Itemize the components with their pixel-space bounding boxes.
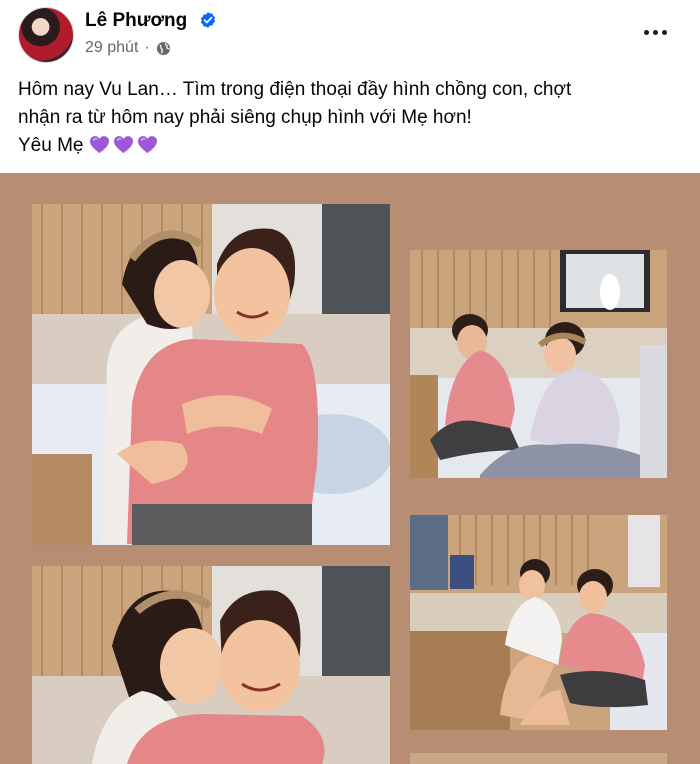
photo-phones-top-image xyxy=(410,250,667,478)
post-time[interactable]: 29 phút xyxy=(85,39,138,57)
caption-line-3: Yêu Mẹ xyxy=(18,132,688,160)
menu-dot xyxy=(652,29,658,35)
post-meta: 29 phút · xyxy=(85,39,171,57)
author-avatar[interactable] xyxy=(18,7,74,63)
caption-line: Hôm nay Vu Lan… Tìm trong điện thoại đầy… xyxy=(18,79,572,100)
purple-heart-icon xyxy=(114,136,134,154)
meta-separator: · xyxy=(144,39,150,56)
photo-collage xyxy=(0,173,700,764)
verified-badge-icon xyxy=(200,12,216,28)
photo-hug-large-image xyxy=(32,204,390,545)
more-options-icon[interactable] xyxy=(640,22,670,42)
photo-floor-sitting-image xyxy=(410,515,667,730)
post-caption: Hôm nay Vu Lan… Tìm trong điện thoại đầy… xyxy=(18,76,688,160)
photo-floor-sitting[interactable] xyxy=(410,515,667,730)
photo-hug-bottom-image xyxy=(32,566,390,764)
author-name[interactable]: Lê Phương xyxy=(85,10,187,32)
photo-phones-top[interactable] xyxy=(410,250,667,478)
photo-partial[interactable] xyxy=(410,753,667,764)
post-header: Lê Phương 29 phút · xyxy=(0,0,700,66)
purple-heart-icon xyxy=(138,136,158,154)
menu-dot xyxy=(643,29,649,35)
caption-line: nhận ra từ hôm nay phải siêng chụp hình … xyxy=(18,107,472,128)
menu-dot xyxy=(661,29,667,35)
photo-hug-bottom[interactable] xyxy=(32,566,390,764)
photo-hug-large[interactable] xyxy=(32,204,390,545)
purple-heart-icon xyxy=(90,136,110,154)
heart-emojis xyxy=(89,135,158,154)
globe-icon[interactable] xyxy=(156,41,171,56)
caption-text: Yêu Mẹ xyxy=(18,135,84,156)
